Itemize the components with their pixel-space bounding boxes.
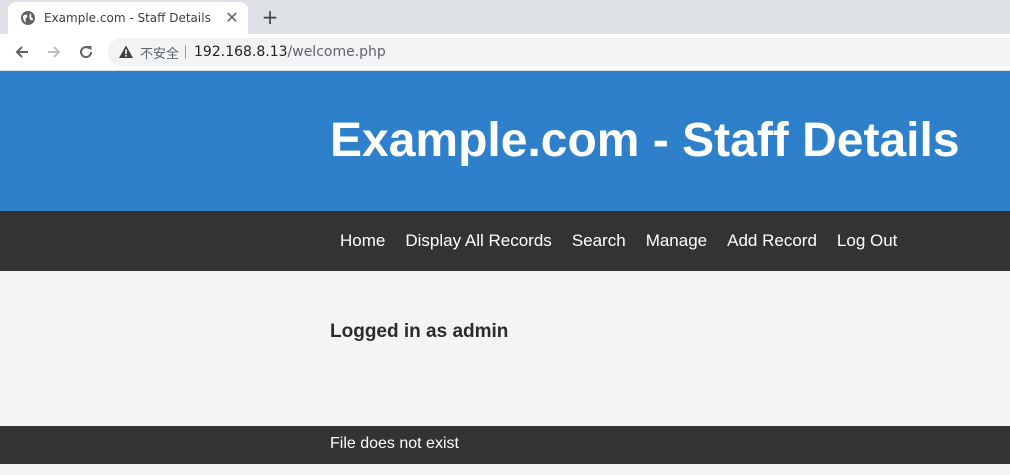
security-label[interactable]: 不安全	[140, 43, 179, 62]
url-host: 192.168.8.13	[194, 44, 288, 60]
browser-toolbar: 不安全 192.168.8.13 /welcome.php	[0, 34, 1010, 71]
address-divider	[185, 45, 187, 59]
back-button[interactable]	[10, 40, 34, 64]
tab-title: Example.com - Staff Details - W	[44, 11, 214, 25]
main-nav: Home Display All Records Search Manage A…	[0, 211, 1010, 271]
nav-link-manage[interactable]: Manage	[636, 231, 717, 251]
footer-message: File does not exist	[330, 435, 459, 452]
browser-tab-strip: Example.com - Staff Details - W ✕ +	[0, 0, 1010, 34]
forward-button[interactable]	[42, 40, 66, 64]
arrow-right-icon	[48, 46, 61, 58]
tab-close-icon[interactable]: ✕	[224, 10, 240, 26]
reload-button[interactable]	[74, 40, 98, 64]
site-header: Example.com - Staff Details	[0, 71, 1010, 211]
address-bar[interactable]: 不安全 192.168.8.13 /welcome.php	[108, 38, 1010, 66]
new-tab-button[interactable]: +	[258, 5, 282, 29]
main-content: Logged in as admin	[0, 271, 1010, 426]
arrow-left-icon	[15, 46, 28, 58]
browser-tab[interactable]: Example.com - Staff Details - W ✕	[8, 2, 248, 34]
globe-icon	[20, 10, 36, 26]
nav-link-home[interactable]: Home	[330, 231, 395, 251]
reload-icon	[80, 46, 93, 59]
site-title: Example.com - Staff Details	[330, 114, 960, 167]
nav-link-search[interactable]: Search	[562, 231, 636, 251]
nav-link-add-record[interactable]: Add Record	[717, 231, 827, 251]
url-path: /welcome.php	[287, 44, 386, 60]
login-status: Logged in as admin	[330, 321, 509, 342]
web-page: Example.com - Staff Details Home Display…	[0, 71, 1010, 475]
page-bottom-area	[0, 464, 1010, 475]
site-footer: File does not exist	[0, 426, 1010, 464]
nav-link-log-out[interactable]: Log Out	[827, 231, 908, 251]
warning-icon[interactable]	[118, 44, 134, 60]
nav-link-display-all-records[interactable]: Display All Records	[395, 231, 561, 251]
